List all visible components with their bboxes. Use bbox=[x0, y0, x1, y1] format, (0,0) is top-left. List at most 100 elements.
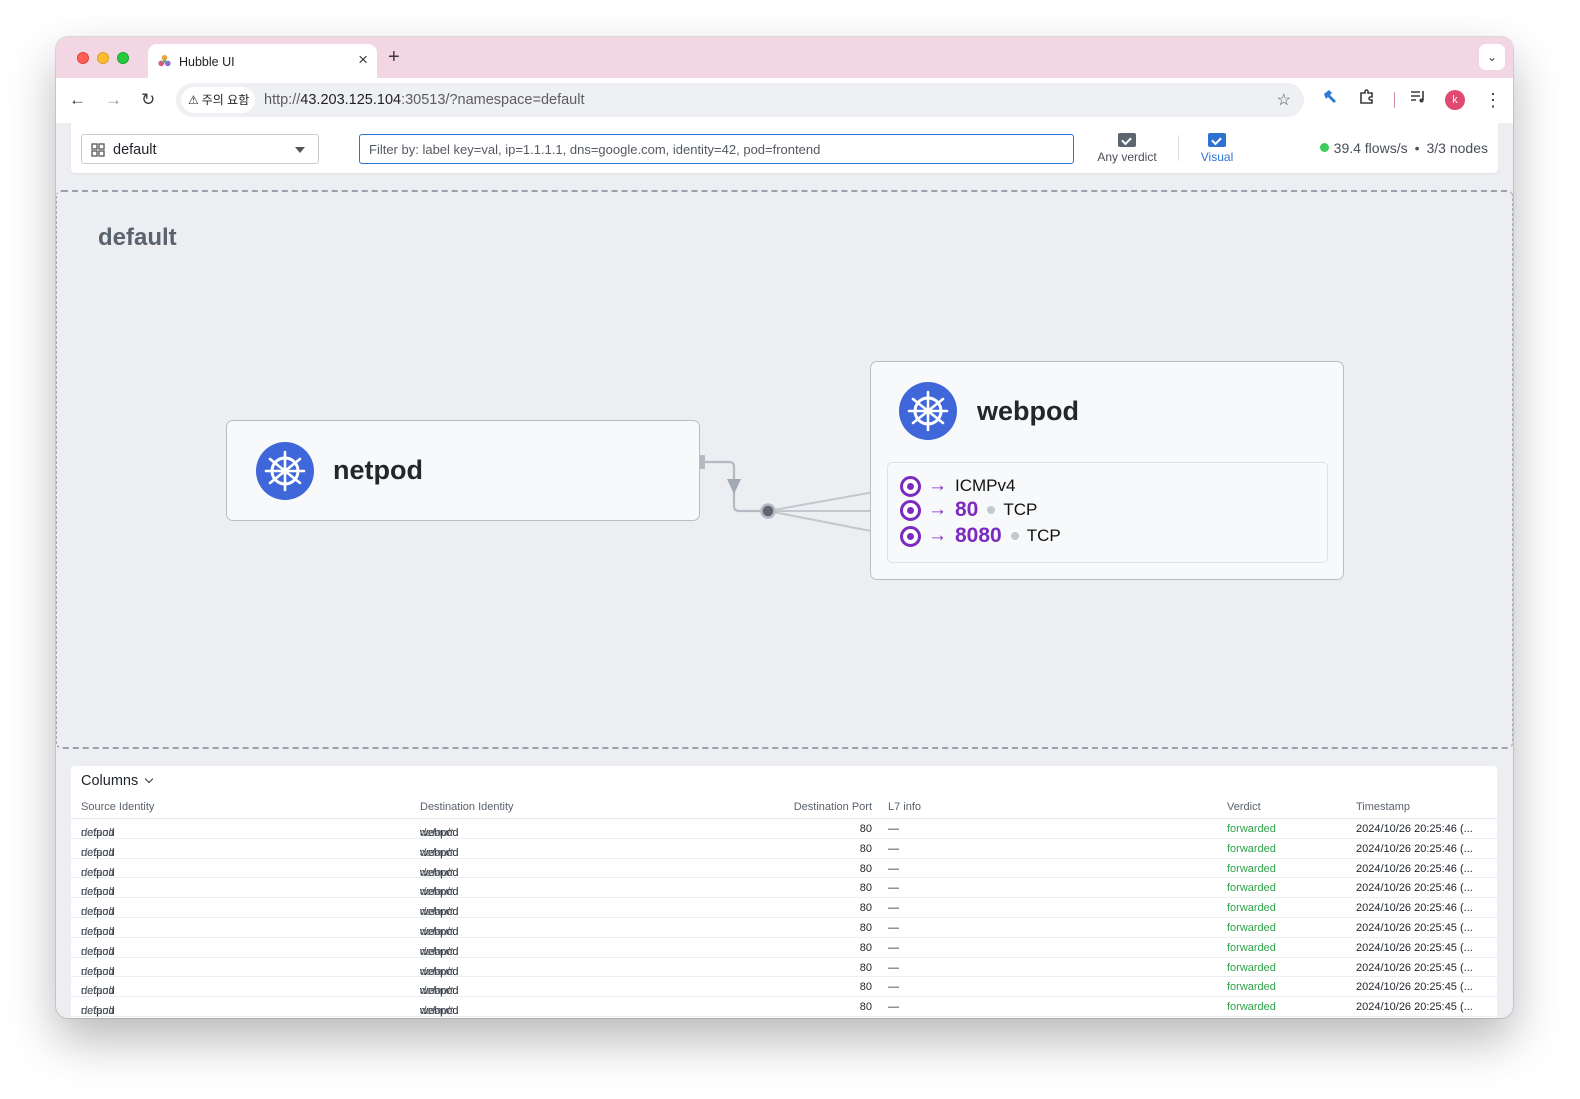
l7-info: — bbox=[888, 921, 899, 934]
back-icon[interactable]: ← bbox=[69, 88, 86, 112]
destination-port: 80 bbox=[859, 842, 872, 855]
minimize-window-button[interactable] bbox=[97, 52, 109, 64]
hubble-favicon-icon bbox=[158, 54, 171, 67]
table-row[interactable]: netpod default webpod default 80— forwarded… bbox=[71, 839, 1497, 859]
timestamp: 2024/10/26 20:25:46 (... bbox=[1356, 862, 1473, 875]
table-row[interactable]: netpod default webpod default 80— forwarded… bbox=[71, 859, 1497, 879]
warning-triangle-icon: ⚠ bbox=[188, 93, 199, 107]
kubernetes-icon bbox=[256, 442, 314, 500]
namespace-selector[interactable]: default bbox=[81, 134, 319, 164]
stats-separator: • bbox=[1414, 140, 1420, 156]
destination-port: 80 bbox=[859, 961, 872, 974]
port-number: 8080 bbox=[955, 524, 1002, 547]
verdict: forwarded bbox=[1227, 842, 1276, 855]
toolbar-divider bbox=[1394, 92, 1395, 108]
timestamp: 2024/10/26 20:25:45 (... bbox=[1356, 981, 1473, 994]
timestamp: 2024/10/26 20:25:46 (... bbox=[1356, 882, 1473, 895]
browser-window: Hubble UI × + ⌄ ← → ↻ ⚠ 주의 요함 http://43.2… bbox=[56, 37, 1513, 1018]
tab-title: Hubble UI bbox=[179, 55, 235, 69]
destination-port: 80 bbox=[859, 882, 872, 895]
table-row[interactable]: netpod default webpod default 80— forwarded… bbox=[71, 997, 1497, 1017]
l7-info: — bbox=[888, 1001, 899, 1014]
table-row[interactable]: netpod default webpod default 80— forwarded… bbox=[71, 977, 1497, 997]
url-path: :30513/?namespace=default bbox=[401, 92, 585, 108]
url-scheme: http:// bbox=[264, 92, 301, 108]
table-row[interactable]: netpod default webpod default 80— forwarded… bbox=[71, 898, 1497, 918]
address-bar[interactable]: ⚠ 주의 요함 http://43.203.125.104:30513/?name… bbox=[176, 83, 1304, 117]
bookmark-star-icon[interactable]: ☆ bbox=[1277, 90, 1291, 110]
table-row[interactable]: netpod default webpod default 80— forwarded… bbox=[71, 958, 1497, 978]
columns-dropdown-button[interactable]: Columns bbox=[81, 773, 154, 789]
port-row-80[interactable]: → 80 TCP bbox=[900, 498, 1037, 521]
port-row-icmpv4[interactable]: → ICMPv4 bbox=[900, 475, 1015, 497]
url-host: 43.203.125.104 bbox=[300, 92, 402, 108]
arrow-right-icon: → bbox=[928, 475, 947, 496]
table-row[interactable]: netpod default webpod default 80— forwarded… bbox=[71, 878, 1497, 898]
verdict: forwarded bbox=[1227, 862, 1276, 875]
l7-info: — bbox=[888, 823, 899, 835]
timestamp: 2024/10/26 20:25:45 (... bbox=[1356, 921, 1473, 934]
url-text[interactable]: http://43.203.125.104:30513/?namespace=d… bbox=[264, 92, 585, 108]
table-row[interactable]: netpod default webpod default 80— forwarded… bbox=[71, 938, 1497, 958]
flows-table-body: netpod default webpod default 80— forwarded… bbox=[71, 819, 1497, 1017]
destination-port: 80 bbox=[859, 941, 872, 954]
service-card-webpod[interactable]: webpod → ICMPv4 → 80 TCP → 8080 TCP bbox=[870, 361, 1344, 580]
endpoint-ring-icon bbox=[900, 499, 921, 521]
port-protocol: TCP bbox=[1026, 526, 1061, 545]
extensions-puzzle-icon[interactable] bbox=[1358, 88, 1376, 114]
namespace-value: default bbox=[113, 142, 157, 158]
service-name: webpod bbox=[977, 396, 1079, 426]
security-warning-chip[interactable]: ⚠ 주의 요함 bbox=[181, 87, 255, 113]
service-map[interactable]: default netpod webpod → ICMPv4 → 80 TCP … bbox=[56, 190, 1513, 749]
destination-port: 80 bbox=[859, 981, 872, 994]
port-row-8080[interactable]: → 8080 TCP bbox=[900, 524, 1061, 547]
port-protocol: ICMPv4 bbox=[955, 476, 1016, 495]
flows-table-header: Source Identity Destination Identity Des… bbox=[71, 797, 1497, 819]
nodes-count: 3/3 nodes bbox=[1426, 140, 1489, 156]
verdict: forwarded bbox=[1227, 902, 1276, 915]
forward-icon[interactable]: → bbox=[105, 88, 122, 112]
visual-icon bbox=[1208, 133, 1226, 147]
close-window-button[interactable] bbox=[77, 52, 89, 64]
browser-menu-icon[interactable]: ⋮ bbox=[1484, 88, 1502, 112]
header-timestamp: Timestamp bbox=[1356, 801, 1410, 813]
destination-port: 80 bbox=[859, 1001, 872, 1014]
hubble-top-bar: default Any verdict Visual 39.4 flows/s •… bbox=[71, 123, 1498, 173]
timestamp: 2024/10/26 20:25:45 (... bbox=[1356, 941, 1473, 954]
profile-avatar[interactable]: k bbox=[1445, 90, 1465, 110]
l7-info: — bbox=[888, 842, 899, 855]
reload-icon[interactable]: ↻ bbox=[141, 88, 155, 112]
visual-filter-button[interactable]: Visual bbox=[1195, 133, 1239, 164]
flows-rate: 39.4 flows/s bbox=[1333, 140, 1408, 156]
verdict-filter-button[interactable]: Any verdict bbox=[1091, 133, 1163, 164]
header-divider bbox=[1178, 135, 1179, 161]
endpoint-ring-icon bbox=[900, 525, 921, 547]
tab-hubble-ui[interactable]: Hubble UI × bbox=[148, 44, 377, 78]
destination-port: 80 bbox=[859, 921, 872, 934]
table-row[interactable]: netpod default webpod default 80— forwarded… bbox=[71, 819, 1497, 839]
extension-hammer-icon[interactable] bbox=[1321, 88, 1339, 114]
endpoint-ring-icon bbox=[900, 475, 921, 497]
flow-filter-input[interactable] bbox=[359, 134, 1074, 164]
destination-port: 80 bbox=[859, 862, 872, 875]
timestamp: 2024/10/26 20:25:46 (... bbox=[1356, 823, 1473, 835]
arrow-right-icon: → bbox=[928, 499, 947, 520]
l7-info: — bbox=[888, 862, 899, 875]
header-source-identity: Source Identity bbox=[81, 801, 155, 813]
destination-port: 80 bbox=[859, 902, 872, 915]
separator-dot-icon bbox=[987, 506, 996, 514]
arrow-right-icon: → bbox=[928, 525, 947, 546]
l7-info: — bbox=[888, 902, 899, 915]
port-number: 80 bbox=[955, 498, 979, 521]
browser-toolbar: ← → ↻ ⚠ 주의 요함 http://43.203.125.104:30513… bbox=[56, 78, 1513, 123]
new-tab-button[interactable]: + bbox=[388, 45, 400, 69]
separator-dot-icon bbox=[1010, 532, 1019, 540]
namespace-title: default bbox=[98, 224, 177, 251]
tab-close-icon[interactable]: × bbox=[358, 51, 368, 69]
endpoint-ports-list: → ICMPv4 → 80 TCP → 8080 TCP bbox=[887, 462, 1328, 563]
table-row[interactable]: netpod default webpod default 80— forwarded… bbox=[71, 918, 1497, 938]
zoom-window-button[interactable] bbox=[117, 52, 129, 64]
tab-search-button[interactable]: ⌄ bbox=[1479, 44, 1505, 70]
media-control-icon[interactable] bbox=[1409, 88, 1427, 114]
service-card-netpod[interactable]: netpod bbox=[226, 420, 700, 521]
